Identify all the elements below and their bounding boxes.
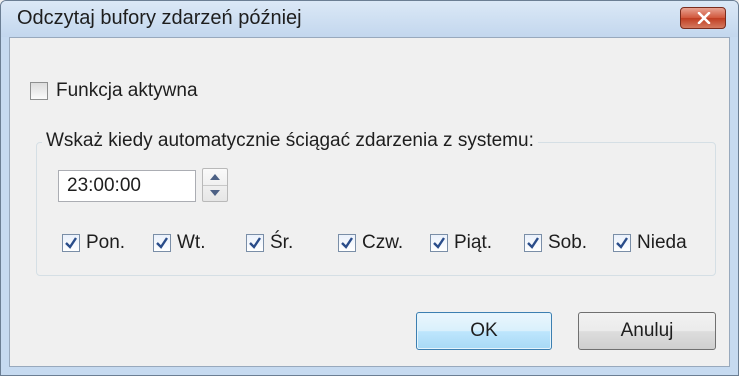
arrow-up-icon xyxy=(210,174,220,180)
checkmark-icon xyxy=(433,237,445,249)
day-label-sob[interactable]: Sob. xyxy=(548,232,587,254)
day-label-wt[interactable]: Wt. xyxy=(177,232,206,254)
checkmark-icon xyxy=(156,237,168,249)
spinner-up-button[interactable] xyxy=(203,169,227,186)
schedule-group-label: Wskaż kiedy automatycznie ściągać zdarze… xyxy=(42,130,538,152)
spinner-down-button[interactable] xyxy=(203,185,227,201)
window-title: Odczytaj bufory zdarzeń później xyxy=(17,7,302,29)
day-checkbox-piat[interactable] xyxy=(430,234,448,252)
checkmark-icon xyxy=(341,237,353,249)
day-checkbox-nied[interactable] xyxy=(613,234,631,252)
time-input[interactable]: 23:00:00 xyxy=(58,170,196,202)
arrow-down-icon xyxy=(210,190,220,196)
day-checkbox-wt[interactable] xyxy=(153,234,171,252)
checkmark-icon xyxy=(249,237,261,249)
schedule-groupbox xyxy=(36,142,716,276)
function-active-checkbox[interactable] xyxy=(30,82,48,100)
day-checkbox-sr[interactable] xyxy=(246,234,264,252)
dialog-content: Funkcja aktywna Wskaż kiedy automatyczni… xyxy=(9,37,730,367)
day-checkbox-czw[interactable] xyxy=(338,234,356,252)
close-icon xyxy=(697,12,711,24)
ok-button[interactable]: OK xyxy=(416,312,552,350)
dialog-window: Odczytaj bufory zdarzeń później Funkcja … xyxy=(0,0,739,376)
day-label-piat[interactable]: Piąt. xyxy=(454,232,492,254)
day-label-czw[interactable]: Czw. xyxy=(362,232,403,254)
title-bar[interactable]: Odczytaj bufory zdarzeń później xyxy=(1,1,738,37)
checkmark-icon xyxy=(527,237,539,249)
day-checkbox-sob[interactable] xyxy=(524,234,542,252)
close-button[interactable] xyxy=(680,7,726,29)
day-checkbox-pon[interactable] xyxy=(62,234,80,252)
day-label-pon[interactable]: Pon. xyxy=(86,232,125,254)
time-spinner[interactable] xyxy=(202,168,228,202)
checkmark-icon xyxy=(65,237,77,249)
checkmark-icon xyxy=(616,237,628,249)
function-active-label[interactable]: Funkcja aktywna xyxy=(56,80,198,102)
day-label-sr[interactable]: Śr. xyxy=(270,232,293,254)
cancel-button[interactable]: Anuluj xyxy=(578,312,716,350)
day-label-nied[interactable]: Nieda xyxy=(637,232,695,254)
